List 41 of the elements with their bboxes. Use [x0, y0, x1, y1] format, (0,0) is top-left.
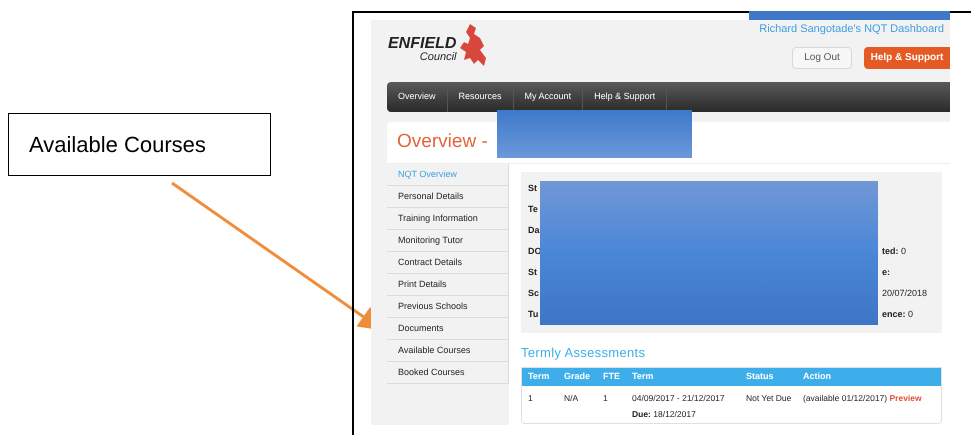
sidebar-item[interactable]: Documents: [387, 318, 509, 340]
sidebar-item[interactable]: Personal Details: [387, 186, 509, 208]
info-value: 20/07/2018: [882, 287, 928, 300]
column-header: FTE: [603, 370, 621, 383]
column-header: Grade: [564, 370, 592, 383]
column-header: Term: [632, 370, 654, 383]
sidebar-item[interactable]: Print Details: [387, 274, 509, 296]
info-label: Da: [528, 224, 540, 238]
sidebar-item[interactable]: Training Information: [387, 208, 509, 230]
sidebar-item[interactable]: Contract Details: [387, 252, 509, 274]
table-cell-text: 1: [603, 392, 609, 404]
page-title: Overview -: [397, 130, 488, 154]
table-cell: (available 01/12/2017): [803, 392, 888, 402]
preview-link[interactable]: Preview: [890, 392, 922, 402]
header-button[interactable]: Log Out: [792, 46, 852, 68]
header-button[interactable]: Help & Support: [864, 46, 950, 68]
table-cell-text: N/A: [564, 392, 580, 404]
sidebar-item[interactable]: Monitoring Tutor: [387, 230, 509, 252]
callout-label: Available Courses: [8, 113, 271, 176]
column-header: Status: [746, 370, 775, 383]
sidebar-item[interactable]: Booked Courses: [387, 362, 509, 384]
column-header: Term: [528, 370, 550, 383]
logo-name: ENFIELD: [388, 36, 456, 52]
table-cell-text: 04/09/2017 - 21/12/2017: [632, 392, 726, 404]
info-label: Tu: [528, 308, 538, 322]
nav-tab[interactable]: Overview: [387, 82, 448, 112]
info-label: Sc: [528, 287, 540, 300]
info-label: St: [528, 266, 537, 280]
table-cell-text: Not Yet Due: [746, 392, 792, 404]
column-header: Action: [803, 370, 832, 383]
sidebar-item[interactable]: Previous Schools: [387, 296, 509, 318]
section-title: Termly Assessments: [521, 344, 646, 362]
info-value: ted: 0: [882, 245, 908, 258]
info-value: e:: [882, 266, 892, 280]
info-label: Te: [528, 203, 538, 216]
info-label: St: [528, 182, 537, 196]
table-cell-text: Due: 18/12/2017: [632, 408, 697, 421]
info-value: ence: 0: [882, 308, 914, 322]
logo-subtitle: Council: [420, 52, 456, 63]
table-cell-text: 1: [528, 392, 534, 404]
sidebar-item[interactable]: Available Courses: [387, 340, 509, 362]
